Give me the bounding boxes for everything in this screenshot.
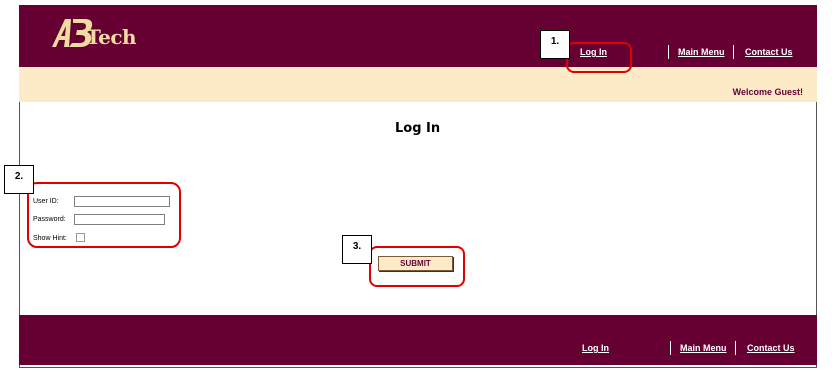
- step-3-marker: 3.: [342, 235, 372, 264]
- footer-contact-link[interactable]: Contact Us: [747, 343, 795, 353]
- header-bar: Tech Log In Main Menu Contact Us: [19, 5, 817, 67]
- step-2-marker: 2.: [4, 165, 34, 194]
- header-contact-link[interactable]: Contact Us: [745, 47, 793, 57]
- submit-callout: [369, 246, 465, 287]
- welcome-text: Welcome Guest!: [732, 87, 803, 97]
- footer-bar: Log In Main Menu Contact Us: [19, 315, 817, 365]
- nav-divider: [735, 341, 736, 355]
- header-main-menu-link[interactable]: Main Menu: [678, 47, 725, 57]
- nav-divider: [668, 45, 669, 59]
- nav-divider: [733, 45, 734, 59]
- page-title: Log In: [395, 121, 441, 136]
- login-form-callout: [27, 182, 181, 248]
- nav-divider: [670, 341, 671, 355]
- footer-login-link[interactable]: Log In: [582, 343, 609, 353]
- footer-main-menu-link[interactable]: Main Menu: [680, 343, 727, 353]
- step-1-marker: 1.: [540, 30, 570, 59]
- welcome-banner: Welcome Guest!: [19, 67, 817, 102]
- login-link-callout: [566, 42, 632, 73]
- logo-text: Tech: [86, 25, 137, 49]
